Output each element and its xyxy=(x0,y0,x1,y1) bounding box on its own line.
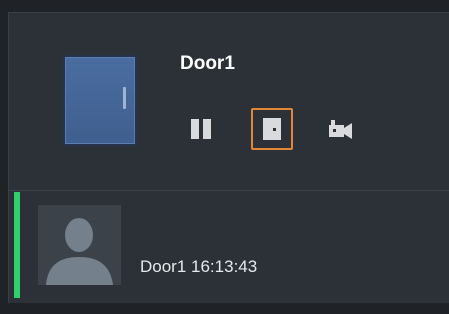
camera-icon xyxy=(329,120,352,139)
avatar xyxy=(38,205,121,285)
open-door-icon xyxy=(191,118,211,140)
door-thumbnail[interactable] xyxy=(63,55,137,146)
close-door-button[interactable] xyxy=(251,108,293,150)
open-door-button[interactable] xyxy=(180,108,222,150)
door-handle-icon xyxy=(123,87,126,109)
camera-button[interactable] xyxy=(320,108,362,150)
close-door-icon xyxy=(263,118,281,140)
event-log-text: Door1 16:13:43 xyxy=(140,257,258,276)
person-icon xyxy=(38,205,121,285)
door-name: Door1 xyxy=(180,53,235,74)
status-indicator xyxy=(14,192,20,298)
section-divider xyxy=(8,190,449,191)
